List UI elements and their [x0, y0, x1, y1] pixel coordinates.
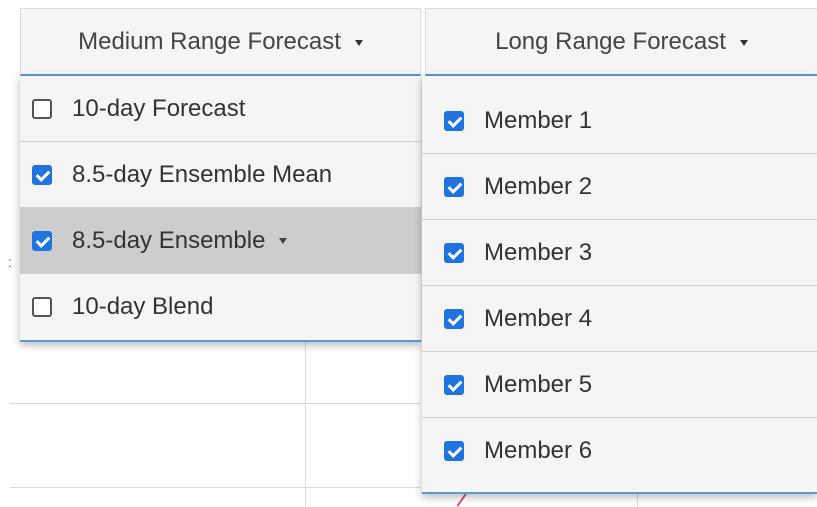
background-text-fragment: : — [8, 254, 12, 270]
menu-item-label: Member 5 — [484, 370, 593, 398]
checkbox-checked-icon[interactable] — [444, 242, 464, 263]
menu-item-member-6[interactable]: Member 6 — [422, 418, 817, 484]
menu-item-8-5-day-ensemble-mean[interactable]: 8.5-day Ensemble Mean — [20, 142, 421, 208]
long-range-forecast-button[interactable]: Long Range Forecast — [425, 8, 817, 76]
caret-down-icon — [739, 39, 748, 46]
grid-line — [10, 403, 420, 404]
menu-item-label: Member 4 — [484, 304, 593, 332]
menu-item-member-5[interactable]: Member 5 — [422, 352, 817, 418]
menu-item-label: Member 6 — [484, 437, 593, 464]
menu-item-10-day-blend[interactable]: 10-day Blend — [20, 274, 421, 340]
menu-item-label: 8.5-day Ensemble Mean — [72, 160, 333, 188]
checkbox-unchecked-icon[interactable] — [32, 98, 52, 119]
medium-range-forecast-label: Medium Range Forecast — [78, 27, 341, 55]
checkbox-checked-icon[interactable] — [444, 176, 464, 197]
menu-item-label: Member 1 — [484, 106, 593, 134]
menu-item-member-3[interactable]: Member 3 — [422, 220, 817, 286]
menu-item-member-2[interactable]: Member 2 — [422, 154, 817, 220]
checkbox-checked-icon[interactable] — [444, 110, 464, 131]
checkbox-checked-icon[interactable] — [32, 164, 52, 185]
checkbox-checked-icon[interactable] — [444, 308, 464, 329]
menu-item-label: 10-day Forecast — [72, 94, 246, 122]
menu-item-10-day-forecast[interactable]: 10-day Forecast — [20, 76, 421, 142]
menu-item-8-5-day-ensemble[interactable]: 8.5-day Ensemble — [20, 208, 421, 274]
medium-range-forecast-button[interactable]: Medium Range Forecast — [20, 8, 421, 76]
menu-item-label: 10-day Blend — [72, 293, 214, 320]
checkbox-checked-icon[interactable] — [32, 230, 52, 251]
caret-down-icon — [354, 39, 363, 46]
checkbox-unchecked-icon[interactable] — [32, 297, 52, 317]
menu-item-label: 8.5-day Ensemble — [72, 226, 266, 254]
checkbox-checked-icon[interactable] — [444, 441, 464, 461]
medium-range-dropdown-menu: 10-day Forecast 8.5-day Ensemble Mean 8.… — [20, 76, 421, 342]
grid-line — [637, 494, 638, 506]
grid-line — [10, 487, 420, 488]
menu-item-label: Member 3 — [484, 238, 593, 266]
checkbox-checked-icon[interactable] — [444, 374, 464, 395]
menu-item-member-1[interactable]: Member 1 — [422, 88, 817, 154]
long-range-forecast-label: Long Range Forecast — [495, 27, 726, 55]
grid-line — [305, 342, 306, 506]
long-range-dropdown-menu: Member 1 Member 2 Member 3 Member 4 Memb… — [422, 76, 817, 494]
caret-down-icon — [279, 237, 288, 244]
menu-item-member-4[interactable]: Member 4 — [422, 286, 817, 352]
menu-item-label: Member 2 — [484, 172, 593, 200]
